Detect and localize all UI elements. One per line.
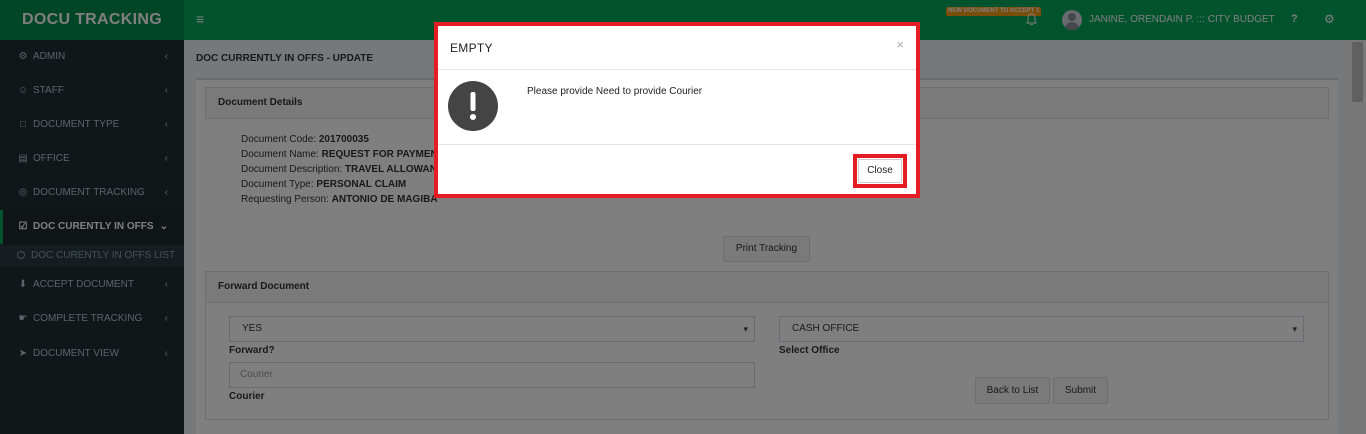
exclamation-icon — [448, 81, 498, 131]
modal-header: EMPTY × — [438, 26, 916, 70]
close-button[interactable]: Close — [858, 159, 902, 183]
close-icon[interactable]: × — [896, 37, 904, 52]
modal-title: EMPTY — [450, 41, 493, 55]
modal-footer: Close — [438, 144, 916, 194]
alert-modal: EMPTY × Please provide Need to provide C… — [434, 22, 920, 198]
modal-message: Please provide Need to provide Courier — [527, 86, 703, 97]
close-button-highlight: Close — [853, 154, 907, 188]
